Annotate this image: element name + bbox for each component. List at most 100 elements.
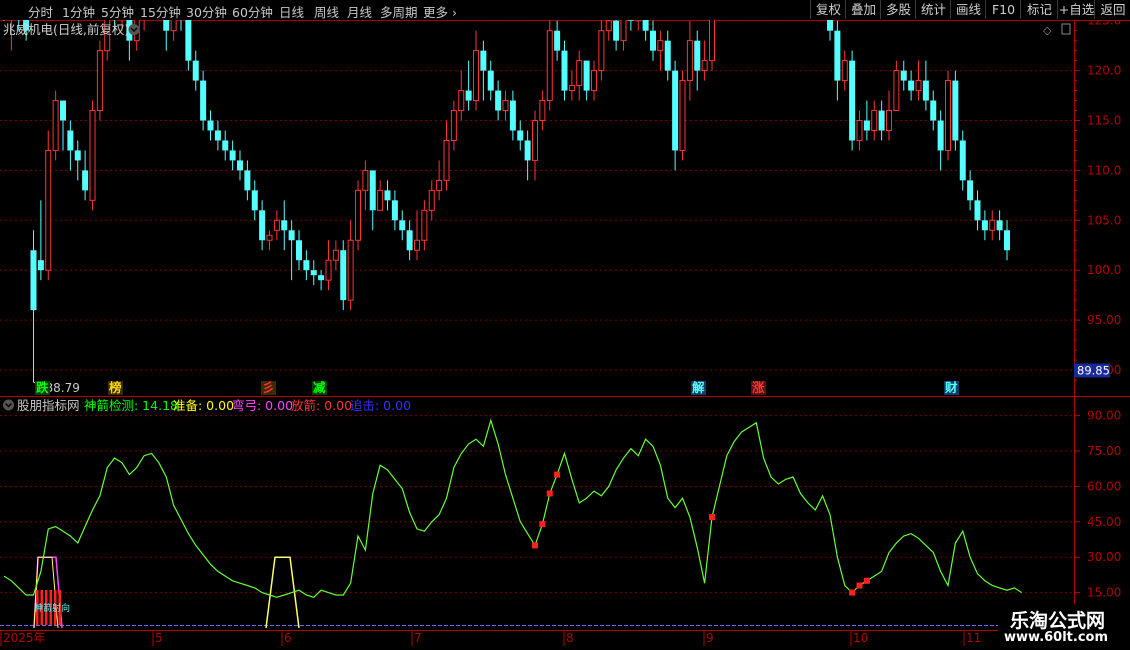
date-label: 5 xyxy=(155,631,163,645)
date-label: 7 xyxy=(414,631,422,645)
candle xyxy=(539,90,546,131)
toolbar-button-5[interactable]: F10 xyxy=(985,0,1021,19)
candle xyxy=(974,190,981,231)
candle-body xyxy=(214,130,221,141)
price-tick-label: 105.0 xyxy=(1087,213,1121,227)
candle xyxy=(945,70,951,161)
candle-body xyxy=(657,40,664,52)
candle-body xyxy=(37,260,44,271)
candle-body xyxy=(996,220,1003,231)
current-price-label: 89.85 xyxy=(1077,363,1110,377)
toolbar-button-4[interactable]: 画线 xyxy=(950,0,986,19)
candle xyxy=(251,180,258,221)
candle xyxy=(281,200,288,251)
candle-body xyxy=(45,149,52,271)
period-tab-4[interactable]: 30分钟 xyxy=(186,2,227,21)
candle xyxy=(554,20,561,61)
period-tab-5[interactable]: 60分钟 xyxy=(232,2,273,21)
indicator-tick-label: 60.00 xyxy=(1087,479,1121,493)
candle xyxy=(473,30,479,111)
candle-body xyxy=(74,150,81,161)
candle xyxy=(347,220,354,311)
chart-title: 兆威机电(日线,前复权) xyxy=(3,22,129,37)
watermark-url: www.60lt.com xyxy=(1004,630,1109,645)
period-tab-10[interactable]: 更多 › xyxy=(423,2,457,21)
candle-body xyxy=(259,210,266,241)
signal-label: 彡 xyxy=(262,380,275,395)
period-tab-6[interactable]: 日线 xyxy=(279,2,304,21)
toolbar-button-3[interactable]: 统计 xyxy=(915,0,951,19)
candle xyxy=(192,50,199,91)
candle xyxy=(583,60,590,101)
candle-body xyxy=(428,189,435,211)
signal-dot xyxy=(532,542,538,549)
candle-body xyxy=(325,259,332,281)
candle xyxy=(266,230,273,251)
candle-body xyxy=(296,240,302,261)
candle xyxy=(244,160,251,201)
diamond-icon: ◇ xyxy=(1043,24,1052,37)
period-tab-7[interactable]: 周线 xyxy=(314,2,339,21)
date-label: 2025年 xyxy=(3,631,46,645)
stock-chart[interactable]: ◇ 150.0145.0140.0135.0130.0125.0120.0115… xyxy=(0,0,1130,650)
candle xyxy=(952,70,959,151)
candle-body xyxy=(509,100,516,131)
candle xyxy=(30,230,37,383)
candle xyxy=(52,90,59,161)
candle-body xyxy=(878,110,885,131)
candle-body xyxy=(436,179,443,191)
candle-body xyxy=(539,100,546,121)
candle xyxy=(871,100,878,141)
candle-body xyxy=(974,200,981,221)
toolbar-button-0[interactable]: 复权 xyxy=(810,0,846,19)
candle xyxy=(679,70,686,161)
candle-body xyxy=(96,50,103,112)
toolbar-button-6[interactable]: 标记 xyxy=(1020,0,1058,19)
period-tab-3[interactable]: 15分钟 xyxy=(140,2,181,21)
candle xyxy=(369,170,376,231)
period-tab-2[interactable]: 5分钟 xyxy=(101,2,134,21)
candle xyxy=(384,180,391,211)
signal-dot xyxy=(863,577,870,584)
period-tab-0[interactable]: 分时 xyxy=(28,2,53,21)
low-price-label: 88.79 xyxy=(46,381,80,395)
prep-shape-2 xyxy=(265,556,300,629)
candle-body xyxy=(480,50,487,71)
toolbar-button-2[interactable]: 多股 xyxy=(880,0,916,19)
candle xyxy=(443,120,450,191)
candle-body xyxy=(922,80,929,101)
candle xyxy=(856,110,863,151)
candle-body xyxy=(391,200,398,221)
period-tab-8[interactable]: 月线 xyxy=(347,2,372,21)
candle xyxy=(930,90,937,131)
candle xyxy=(664,30,671,81)
period-tab-1[interactable]: 1分钟 xyxy=(62,2,95,21)
candlestick-series[interactable] xyxy=(1,0,1010,383)
signal-dot xyxy=(539,521,546,528)
price-tick-label: 115.0 xyxy=(1087,114,1121,128)
candle xyxy=(237,150,243,181)
candle xyxy=(959,130,966,191)
candle-body xyxy=(893,70,900,112)
candle-body xyxy=(650,30,656,51)
candle xyxy=(273,210,280,241)
candle-body xyxy=(672,70,679,151)
toolbar-button-7[interactable]: +自选 xyxy=(1057,0,1095,19)
candle xyxy=(89,100,96,211)
period-tab-9[interactable]: 多周期 xyxy=(380,2,418,21)
candle xyxy=(318,270,325,291)
candle-body xyxy=(332,249,339,261)
signal-label: 财 xyxy=(944,380,958,395)
candle-body xyxy=(517,130,524,141)
candle xyxy=(886,90,892,141)
candle xyxy=(841,50,848,91)
candle-body xyxy=(576,60,583,87)
candle-body xyxy=(686,40,693,82)
candle xyxy=(546,10,553,111)
toolbar-button-1[interactable]: 叠加 xyxy=(845,0,881,19)
candle-body xyxy=(487,70,494,91)
signal-label: 榜 xyxy=(109,380,122,395)
candle-body xyxy=(886,110,892,131)
candle xyxy=(340,240,347,311)
toolbar-button-8[interactable]: 返回 xyxy=(1094,0,1130,19)
